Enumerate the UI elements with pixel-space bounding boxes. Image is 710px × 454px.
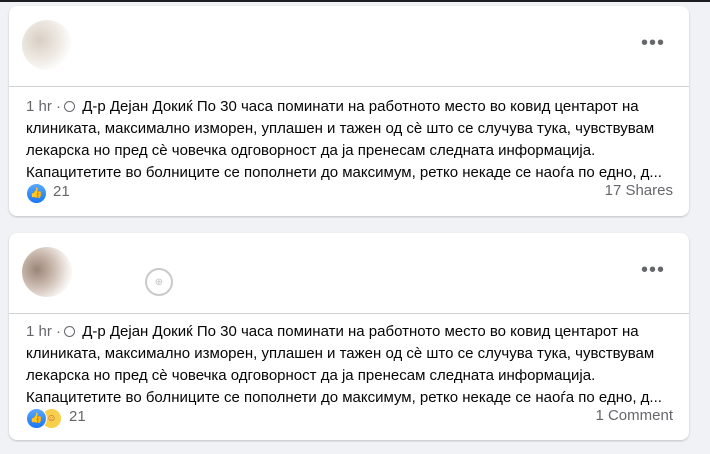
post-footer: 👍 21 17 Shares [9,178,689,208]
like-reaction-icon[interactable]: 👍 [26,183,47,204]
comments-count[interactable]: 1 Comment [595,407,673,424]
post-text-line: 1 hr · Д-р Дејан Докиќ По 30 часа помина… [26,96,677,118]
more-options-icon[interactable]: ••• [641,33,665,53]
post-text-line: 1 hr · Д-р Дејан Докиќ По 30 часа помина… [26,321,677,343]
globe-icon[interactable] [64,101,76,112]
meta-separator: · [56,323,62,340]
globe-icon[interactable] [64,326,76,337]
more-options-icon[interactable]: ••• [641,260,665,280]
meta-separator: · [56,98,62,115]
avatar[interactable] [22,20,72,70]
divider [9,86,689,87]
post-text-line-3: лекарска но пред сѐ човечка одговорност … [26,142,596,159]
avatar[interactable] [22,247,72,297]
divider [9,313,689,314]
post-text-line-1: Д-р Дејан Докиќ По 30 часа поминати на р… [82,98,639,115]
post-text-line-2: клиниката, максимално изморен, уплашен и… [26,120,655,137]
post-text-line-1: Д-р Дејан Докиќ По 30 часа поминати на р… [82,323,639,340]
post-card: ••• 1 hr · Д-р Дејан Докиќ По 30 часа по… [9,6,689,216]
post-timestamp[interactable]: 1 hr [26,323,52,340]
reactions-count[interactable]: 21 [69,408,86,425]
reactions-count[interactable]: 21 [53,183,70,200]
post-text-line-2: клиниката, максимално изморен, уплашен и… [26,345,655,362]
post-footer: 👍 ☺ 21 1 Comment [9,403,689,433]
post-text: 1 hr · Д-р Дејан Докиќ По 30 часа помина… [26,96,677,184]
post-text: 1 hr · Д-р Дејан Докиќ По 30 часа помина… [26,321,677,409]
post-text-line-3: лекарска но пред сѐ човечка одговорност … [26,367,596,384]
post-card: ⊕ ••• 1 hr · Д-р Дејан Докиќ По 30 часа … [9,233,689,440]
post-header: ••• [9,6,689,86]
window-top-border [0,0,710,2]
post-header: ⊕ ••• [9,233,689,313]
like-reaction-icon[interactable]: 👍 [26,408,47,429]
shares-count[interactable]: 17 Shares [605,182,673,199]
post-timestamp[interactable]: 1 hr [26,98,52,115]
move-cursor-icon: ⊕ [145,268,173,296]
